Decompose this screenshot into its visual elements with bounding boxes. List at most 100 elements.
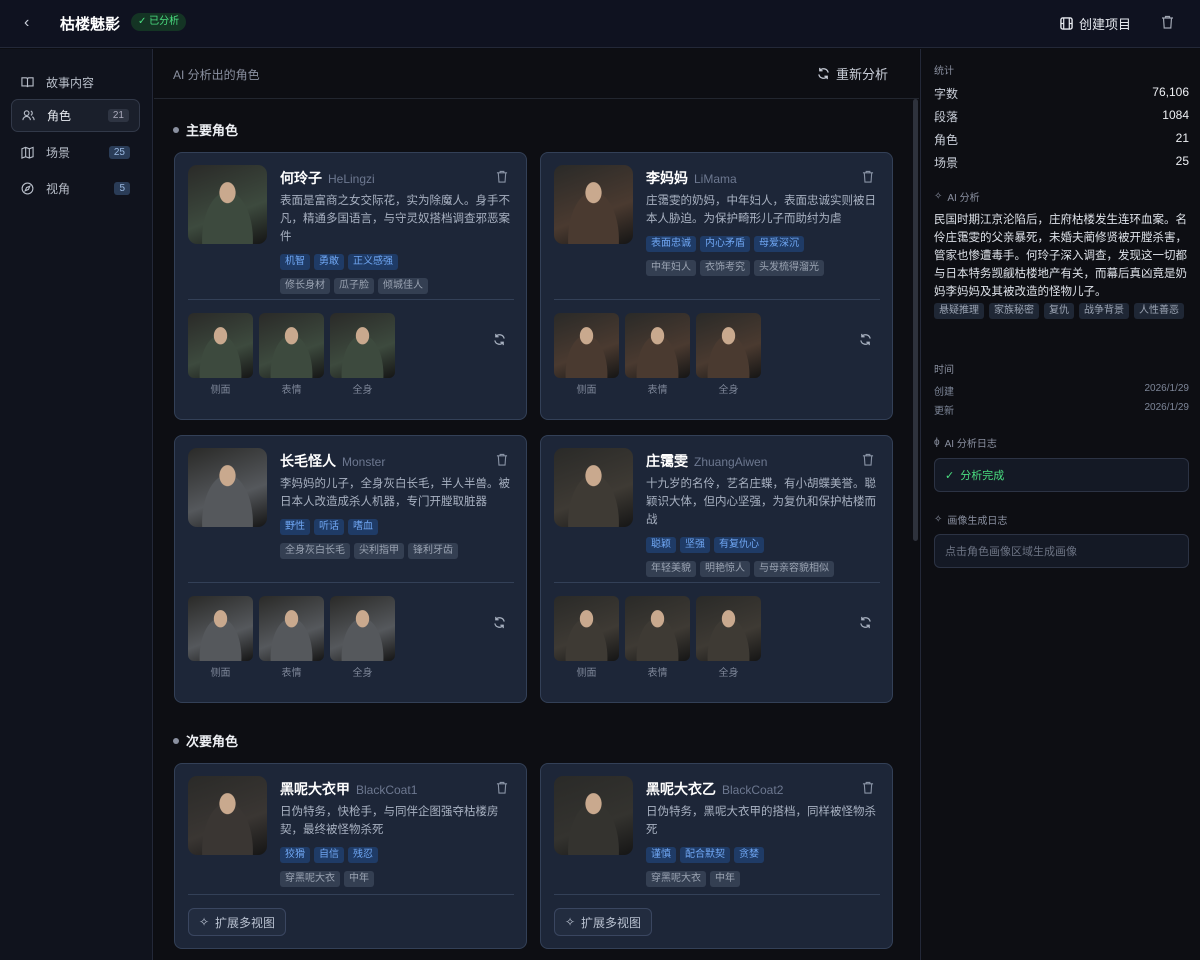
trash-icon [862, 170, 874, 183]
appearance-tag: 全身灰白长毛 [280, 543, 350, 559]
view-thumbnail[interactable]: 表情 [625, 313, 690, 396]
character-portrait[interactable] [188, 448, 267, 527]
character-name: 黑呢大衣乙 BlackCoat2 [646, 779, 783, 799]
character-name-en: Monster [342, 455, 386, 469]
character-name-en: BlackCoat2 [722, 783, 784, 797]
view-image[interactable] [188, 313, 253, 378]
appearance-tag: 中年 [344, 871, 374, 887]
sidebar-item-0[interactable]: 故事内容 [11, 66, 140, 99]
delete-character-button[interactable] [862, 453, 874, 471]
trait-tag: 正义感强 [348, 254, 398, 270]
delete-character-button[interactable] [496, 781, 508, 799]
trait-tag: 谨慎 [646, 847, 676, 863]
view-label: 侧面 [576, 385, 597, 396]
view-thumbnail[interactable]: 全身 [696, 313, 761, 396]
view-label: 表情 [647, 385, 668, 396]
view-image[interactable] [625, 596, 690, 661]
trait-tags: 聪颖 坚强 有复仇心 年轻美貌 明艳惊人 与母亲容貌相似 [646, 537, 886, 577]
sidebar-item-1[interactable]: 角色 21 [11, 99, 140, 132]
genre-tag: 战争背景 [1079, 303, 1129, 319]
character-card[interactable]: 黑呢大衣甲 BlackCoat1 日伪特务，快枪手，与同伴企图强夺枯楼房契，最终被… [174, 763, 527, 949]
view-thumbnails: 侧面 表情 全身 [554, 313, 761, 396]
character-name: 庄霭雯 ZhuangAiwen [646, 451, 767, 471]
time-title: 时间 [934, 365, 954, 376]
character-portrait[interactable] [188, 776, 267, 855]
trait-tag: 机智 [280, 254, 310, 270]
delete-character-button[interactable] [496, 170, 508, 188]
trash-icon [862, 781, 874, 794]
view-image[interactable] [625, 313, 690, 378]
view-thumbnail[interactable]: 表情 [259, 596, 324, 679]
sidebar-item-count: 25 [108, 146, 130, 159]
sidebar-item-3[interactable]: 视角 5 [11, 172, 140, 205]
character-portrait[interactable] [554, 448, 633, 527]
book-icon [21, 77, 34, 88]
view-image[interactable] [696, 596, 761, 661]
view-image[interactable] [330, 596, 395, 661]
sidebar-item-label: 场景 [46, 146, 71, 160]
view-thumbnail[interactable]: 全身 [696, 596, 761, 679]
section-primary: 主要角色 [173, 120, 238, 139]
character-card[interactable]: 何玲子 HeLingzi 表面是富商之女交际花，实为除魔人。身手不凡，精通多国语言… [174, 152, 527, 420]
stat-row: 字数 76,106 [934, 85, 1189, 102]
character-portrait[interactable] [554, 165, 633, 244]
trait-tags: 狡猾 自信 残忍 穿黑呢大衣 中年 [280, 847, 520, 887]
character-name-en: HeLingzi [328, 172, 375, 186]
create-project-button[interactable]: 创建项目 [1060, 14, 1131, 33]
character-portrait[interactable] [188, 165, 267, 244]
regenerate-views-button[interactable] [859, 333, 872, 351]
view-image[interactable] [188, 596, 253, 661]
film-icon [1060, 17, 1073, 30]
delete-character-button[interactable] [862, 781, 874, 799]
view-thumbnail[interactable]: 表情 [259, 313, 324, 396]
character-card[interactable]: 李妈妈 LiMama 庄霭雯的奶妈，中年妇人，表面忠诚实则被日本人胁迫。为保护畸形… [540, 152, 893, 420]
trait-tag: 自信 [314, 847, 344, 863]
ai-analysis-title: ✧ AI 分析 [934, 189, 980, 204]
image-log-label: 画像生成日志 [947, 516, 1008, 527]
regenerate-views-button[interactable] [859, 616, 872, 634]
bolt-icon: ϕ [934, 437, 940, 448]
view-label: 侧面 [576, 668, 597, 679]
delete-character-button[interactable] [862, 170, 874, 188]
view-thumbnail[interactable]: 侧面 [554, 596, 619, 679]
sidebar-item-2[interactable]: 场景 25 [11, 136, 140, 169]
delete-character-button[interactable] [496, 453, 508, 471]
view-thumbnail[interactable]: 全身 [330, 596, 395, 679]
view-thumbnail[interactable]: 全身 [330, 313, 395, 396]
view-thumbnails: 侧面 表情 全身 [188, 596, 395, 679]
view-image[interactable] [696, 313, 761, 378]
regenerate-views-button[interactable] [493, 333, 506, 351]
view-label: 全身 [352, 668, 373, 679]
view-label: 表情 [281, 385, 302, 396]
divider [554, 299, 880, 300]
regenerate-views-button[interactable] [493, 616, 506, 634]
view-thumbnail[interactable]: 侧面 [554, 313, 619, 396]
expand-views-button[interactable]: ✧ 扩展多视图 [554, 908, 652, 936]
view-image[interactable] [554, 313, 619, 378]
delete-project-button[interactable] [1161, 15, 1174, 34]
character-card[interactable]: 庄霭雯 ZhuangAiwen 十九岁的名伶，艺名庄蝶，有小胡蝶美誉。聪颖识大体，… [540, 435, 893, 703]
view-image[interactable] [259, 596, 324, 661]
appearance-tag: 瓜子脸 [334, 278, 374, 294]
character-name-zh: 黑呢大衣甲 [280, 781, 350, 797]
character-description: 日伪特务，黑呢大衣甲的搭档，同样被怪物杀死 [646, 806, 876, 836]
character-card[interactable]: 长毛怪人 Monster 李妈妈的儿子，全身灰白长毛，半人半兽。被日本人改造成杀人… [174, 435, 527, 703]
reanalyze-button[interactable]: 重新分析 [817, 64, 888, 83]
stat-label: 角色 [934, 133, 959, 147]
expand-views-button[interactable]: ✧ 扩展多视图 [188, 908, 286, 936]
view-thumbnail[interactable]: 侧面 [188, 313, 253, 396]
ai-log-title: ϕ AI 分析日志 [934, 435, 997, 450]
character-card[interactable]: 黑呢大衣乙 BlackCoat2 日伪特务，黑呢大衣甲的搭档，同样被怪物杀死 谨慎… [540, 763, 893, 949]
character-portrait[interactable] [554, 776, 633, 855]
expand-views-label: 扩展多视图 [215, 915, 276, 930]
trait-tag: 配合默契 [680, 847, 730, 863]
view-image[interactable] [330, 313, 395, 378]
back-button[interactable]: ‹ [24, 14, 29, 32]
view-thumbnail[interactable]: 表情 [625, 596, 690, 679]
appearance-tag: 倾城佳人 [378, 278, 428, 294]
character-description: 李妈妈的儿子，全身灰白长毛，半人半兽。被日本人改造成杀人机器，专门开膛取脏器 [280, 478, 510, 508]
view-thumbnail[interactable]: 侧面 [188, 596, 253, 679]
view-image[interactable] [259, 313, 324, 378]
scrollbar[interactable] [913, 99, 918, 541]
view-image[interactable] [554, 596, 619, 661]
